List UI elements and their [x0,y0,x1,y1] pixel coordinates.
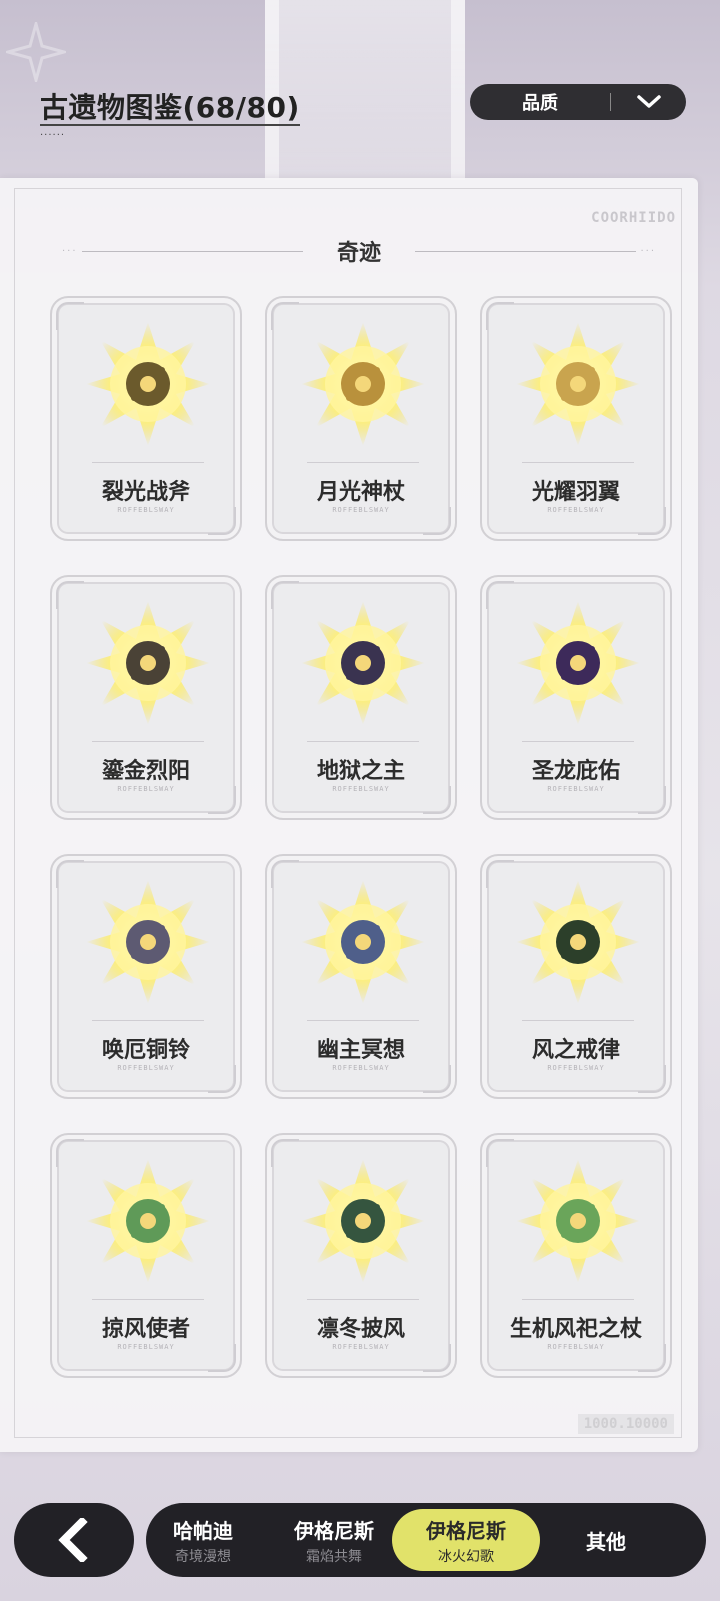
relic-name: 裂光战斧 [101,480,190,505]
tab-subtitle: 奇境漫想 [175,1548,231,1565]
quality-filter-dropdown[interactable]: 品质 [470,84,686,120]
relic-name: 光耀羽翼 [531,480,620,505]
card-divider [92,1299,204,1300]
dragonfly-icon [86,1159,210,1283]
tab-title: 伊格尼斯 [426,1518,506,1543]
bell-icon [86,880,210,1004]
series-tab[interactable]: 哈帕迪 奇境漫想 [146,1503,270,1577]
title-dots: ...... [40,127,66,138]
relic-code: ROFFEBLSWAY [117,785,175,793]
card-divider [307,741,419,742]
sun-spear-icon [86,601,210,725]
section-header: ··· 奇迹 ··· [58,236,660,266]
series-tab[interactable]: 伊格尼斯 霜焰共舞 [264,1503,404,1577]
staff-icon [301,880,425,1004]
tab-subtitle: 霜焰共舞 [306,1548,362,1565]
panel-code-bottom: 1000.10000 [577,1414,674,1434]
card-divider [92,1020,204,1021]
relic-code: ROFFEBLSWAY [117,1343,175,1351]
relic-code: ROFFEBLSWAY [547,785,605,793]
relic-card[interactable]: 地狱之主 ROFFEBLSWAY [265,575,457,820]
relic-name: 地狱之主 [316,759,405,784]
relic-card[interactable]: 生机风祀之杖 ROFFEBLSWAY [480,1133,672,1378]
series-tab-bar: 哈帕迪 奇境漫想 伊格尼斯 霜焰共舞 伊格尼斯 冰火幻歌 其他 [146,1503,706,1577]
relic-code: ROFFEBLSWAY [332,506,390,514]
relic-card[interactable]: 裂光战斧 ROFFEBLSWAY [50,296,242,541]
chevron-left-icon [58,1518,88,1562]
relic-name: 圣龙庇佑 [531,759,620,784]
relic-name: 生机风祀之杖 [509,1317,642,1342]
panel-code-top: COORHIIDO [591,210,676,226]
back-button[interactable] [14,1503,134,1577]
tab-title: 伊格尼斯 [294,1518,374,1543]
tab-subtitle: 冰火幻歌 [438,1548,494,1565]
relic-code: ROFFEBLSWAY [117,1064,175,1072]
card-divider [307,462,419,463]
card-divider [307,1299,419,1300]
series-tab[interactable]: 其他 [546,1503,666,1577]
relic-name: 风之戒律 [531,1038,620,1063]
moon-scepter-icon [301,322,425,446]
card-divider [522,462,634,463]
card-divider [522,1299,634,1300]
axe-icon [86,322,210,446]
card-divider [92,462,204,463]
filter-label: 品质 [522,93,558,114]
relic-name: 掠风使者 [101,1317,190,1342]
relic-card[interactable]: 风之戒律 ROFFEBLSWAY [480,854,672,1099]
relic-card[interactable]: 光耀羽翼 ROFFEBLSWAY [480,296,672,541]
relic-name: 月光神杖 [316,480,405,505]
section-title: 奇迹 [337,241,382,266]
relic-card[interactable]: 月光神杖 ROFFEBLSWAY [265,296,457,541]
relic-card[interactable]: 圣龙庇佑 ROFFEBLSWAY [480,575,672,820]
relic-card[interactable]: 凛冬披风 ROFFEBLSWAY [265,1133,457,1378]
series-tab[interactable]: 伊格尼斯 冰火幻歌 [392,1509,540,1571]
relic-card[interactable]: 唤厄铜铃 ROFFEBLSWAY [50,854,242,1099]
relic-name: 唤厄铜铃 [101,1038,190,1063]
relic-name: 鎏金烈阳 [101,759,190,784]
dragon-icon [516,601,640,725]
collection-panel[interactable]: COORHIIDO ··· 奇迹 ··· 裂光战斧 ROFFEBLSWAY 月光神杖… [0,178,698,1452]
card-divider [92,741,204,742]
wing-icon [516,322,640,446]
relic-name: 凛冬披风 [316,1317,405,1342]
chevron-down-icon [611,94,686,110]
card-divider [522,741,634,742]
page-title: 古遗物图鉴(68/80) [40,86,300,126]
relic-card[interactable]: 掠风使者 ROFFEBLSWAY [50,1133,242,1378]
relic-name: 幽主冥想 [316,1038,405,1063]
relic-code: ROFFEBLSWAY [547,506,605,514]
tab-title: 哈帕迪 [173,1518,233,1543]
relic-code: ROFFEBLSWAY [332,1064,390,1072]
orb-icon [516,880,640,1004]
relic-card[interactable]: 鎏金烈阳 ROFFEBLSWAY [50,575,242,820]
relic-card[interactable]: 幽主冥想 ROFFEBLSWAY [265,854,457,1099]
relic-code: ROFFEBLSWAY [332,785,390,793]
card-divider [307,1020,419,1021]
leaf-staff-icon [516,1159,640,1283]
cloak-icon [301,1159,425,1283]
relic-code: ROFFEBLSWAY [547,1343,605,1351]
throne-icon [301,601,425,725]
card-divider [522,1020,634,1021]
relic-code: ROFFEBLSWAY [332,1343,390,1351]
tab-title: 其他 [586,1529,626,1554]
relic-code: ROFFEBLSWAY [547,1064,605,1072]
decorative-star-icon [6,22,66,82]
relic-code: ROFFEBLSWAY [117,506,175,514]
